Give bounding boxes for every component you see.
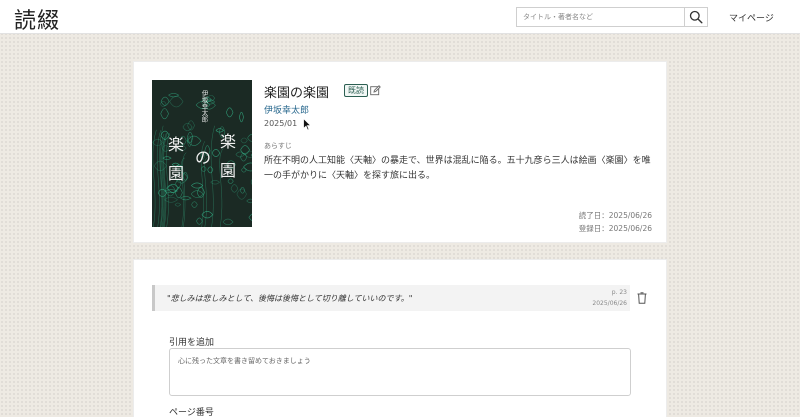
site-logo[interactable]: 読綴 [14,3,60,35]
quote-textarea[interactable] [169,348,631,396]
registered-date: 登録日：2025/06/26 [578,224,652,233]
reading-status-badge[interactable]: 既読 [344,84,368,97]
author-link[interactable]: 伊坂幸太郎 [264,103,309,116]
cover-title-char: 園 [220,161,236,180]
quotes-card: "悲しみは悲しみとして、後悔は後悔として切り離していいのです。" p. 23 2… [133,259,667,417]
add-quote-label: 引用を追加 [169,338,215,348]
quote-text: "悲しみは悲しみとして、後悔は後悔として切り離していいのです。" [167,294,413,303]
search-button[interactable] [684,7,708,27]
publication-date: 2025/01 [264,119,298,128]
cover-title-char: 楽 [220,132,236,151]
quote-item: "悲しみは悲しみとして、後悔は後悔として切り離していいのです。" p. 23 2… [152,285,630,311]
cover-author-text: 伊坂幸太郎 [200,89,208,124]
search-icon [689,10,703,24]
book-detail-card: 伊坂幸太郎 楽 園 の 楽 園 楽園の楽園 既読 伊坂幸太郎 2025/01 あ… [133,61,667,243]
page-number-label: ページ番号 [169,408,214,417]
search-input[interactable] [516,7,684,27]
synopsis-text: 所在不明の人工知能〈天軸〉の暴走で、世界は混乱に陥る。五十九彦ら三人は絵画〈楽園… [264,156,651,181]
quote-date: 2025/06/26 [592,300,627,307]
book-cover-image: 伊坂幸太郎 楽 園 の 楽 園 [152,80,252,227]
top-header: 読綴 マイページ [0,0,800,34]
quote-page-number: p. 23 [611,289,627,296]
edit-icon[interactable] [370,85,381,96]
cover-title-char: 楽 [168,135,184,154]
read-date: 読了日：2025/06/26 [578,211,652,220]
synopsis-label: あらすじ [264,142,292,150]
mypage-link[interactable]: マイページ [729,11,774,24]
trash-icon[interactable] [637,292,647,304]
cover-title-char: 園 [168,164,184,183]
book-title: 楽園の楽園 [264,86,330,101]
cover-title-char: の [195,148,211,167]
mouse-cursor-icon [303,118,312,131]
